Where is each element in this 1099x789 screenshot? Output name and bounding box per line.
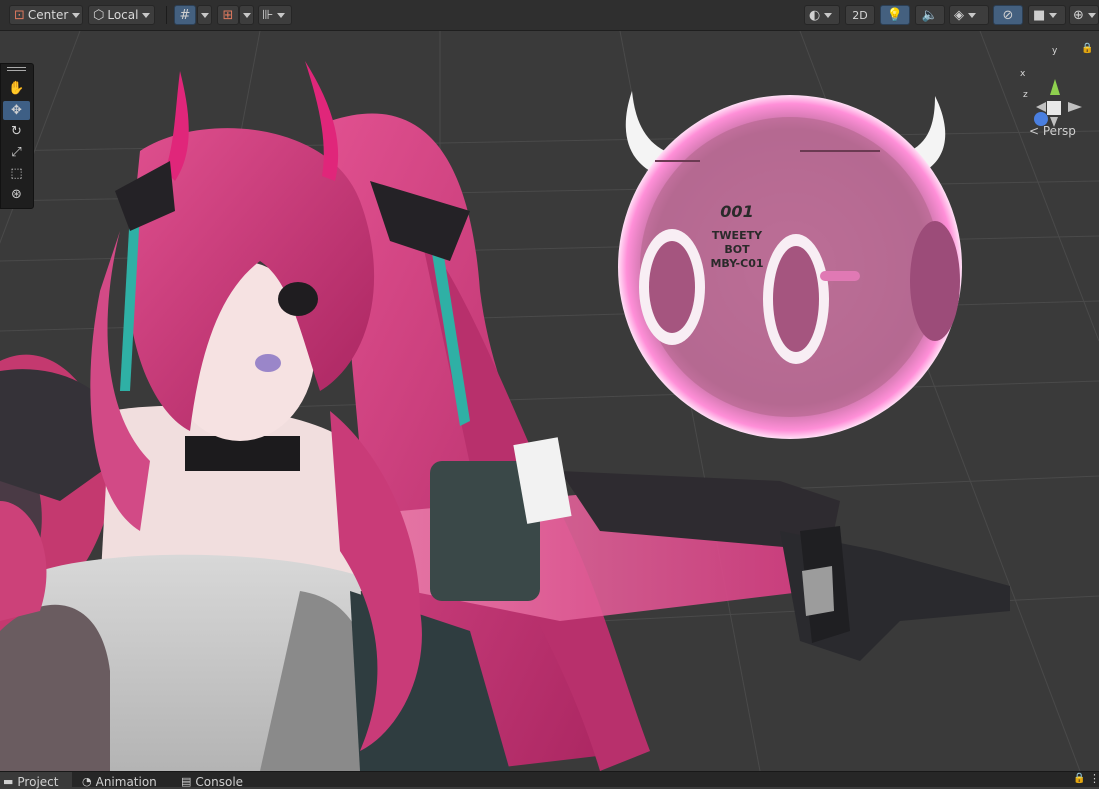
tweety-bot-model <box>618 91 962 439</box>
rect-icon: ⬚ <box>10 166 23 181</box>
gizmos-globe-icon: ⊕ <box>1073 7 1084 23</box>
move-tool[interactable]: ✥ <box>3 101 30 120</box>
more-menu-icon[interactable]: ⋮ <box>1089 772 1099 785</box>
handle-rotation-label: Local <box>107 8 139 22</box>
folder-icon: ▬ <box>3 775 14 788</box>
chevron-down-icon <box>1049 12 1058 18</box>
increment-snap-icon: ⊞ <box>222 7 234 23</box>
pivot-icon: ⊡ <box>14 7 25 23</box>
ruler-snap-toggle[interactable]: ⊪ <box>258 5 292 25</box>
axis-y-label: y <box>1052 46 1058 56</box>
shading-mode-icon: ◐ <box>809 7 821 23</box>
audio-toggle[interactable]: 🔈 <box>915 5 945 25</box>
grid-snap-toggle[interactable]: # <box>174 5 196 25</box>
orientation-gizmo[interactable] <box>1034 79 1082 127</box>
tab-console-label: Console <box>195 775 244 789</box>
effects-dropdown[interactable]: ◈ <box>949 5 989 25</box>
hidden-eye-icon: ⊘ <box>1002 7 1014 23</box>
axis-x-label: x <box>1020 69 1026 79</box>
ruler-icon: ⊪ <box>262 7 274 23</box>
transform-tool[interactable]: ⊛ <box>3 185 30 204</box>
chevron-down-icon <box>968 12 976 18</box>
panel-drag-handle[interactable] <box>7 67 26 71</box>
lightbulb-icon: 💡 <box>886 7 904 23</box>
camera-dropdown[interactable]: ■ <box>1028 5 1066 25</box>
tab-console[interactable]: ▤ Console <box>181 772 261 789</box>
lock-icon[interactable]: 🔒 <box>1073 773 1085 784</box>
grid-snap-icon: # <box>179 7 191 23</box>
scene-visibility-toggle[interactable]: ⊘ <box>993 5 1023 25</box>
tab-project-label: Project <box>17 775 59 789</box>
2d-mode-toggle[interactable]: 2D <box>845 5 875 25</box>
animation-clock-icon: ◔ <box>82 775 92 788</box>
tab-animation-label: Animation <box>95 775 157 789</box>
lighting-toggle[interactable]: 💡 <box>880 5 910 25</box>
toolbar-divider <box>166 6 167 24</box>
rotate-icon: ↻ <box>11 124 22 139</box>
increment-snap-menu[interactable] <box>239 5 254 25</box>
shading-mode-dropdown[interactable]: ◐ <box>804 5 840 25</box>
chevron-down-icon <box>242 12 251 18</box>
audio-icon: 🔈 <box>921 7 939 23</box>
bot-id-number: 001 <box>720 202 753 221</box>
console-icon: ▤ <box>181 775 192 788</box>
scale-tool[interactable]: ⤢ <box>3 143 30 162</box>
bottom-dock-tabs: ▬ Project ◔ Animation ▤ Console 🔒 ⋮ <box>0 771 1099 789</box>
bot-name-line1: TWEETY <box>712 229 763 242</box>
view-tool-hand[interactable]: ✋ <box>3 79 30 98</box>
chevron-down-icon <box>200 12 209 18</box>
scale-icon: ⤢ <box>11 145 22 160</box>
2d-mode-label: 2D <box>852 8 868 22</box>
chevron-down-icon <box>277 12 286 18</box>
bot-model-code: MBY-C01 <box>710 257 763 270</box>
lock-icon[interactable]: 🔒 <box>1081 43 1093 54</box>
local-cube-icon: ⬡ <box>93 7 105 23</box>
effects-layers-icon: ◈ <box>954 7 964 23</box>
hand-icon: ✋ <box>8 81 25 96</box>
scene-viewport[interactable]: 001 TWEETY BOT MBY-C01 ✋ ✥ ↻ ⤢ ⬚ ⊛ <box>0 31 1099 771</box>
projection-toggle[interactable]: < Persp <box>1029 124 1076 138</box>
handle-rotation-dropdown[interactable]: ⬡ Local <box>88 5 155 25</box>
scene-toolbar: ⊡ Center ⬡ Local # ⊞ ⊪ ◐ 2D 💡 🔈 ◈ ⊘ ■ ⊕ <box>0 0 1099 31</box>
pivot-mode-label: Center <box>27 8 69 22</box>
tab-project[interactable]: ▬ Project <box>0 772 72 789</box>
projection-label: Persp <box>1042 124 1076 138</box>
chevron-down-icon <box>142 12 151 18</box>
transform-icon: ⊛ <box>11 187 22 202</box>
chevron-down-icon <box>72 12 81 18</box>
camera-icon: ■ <box>1033 7 1046 23</box>
tab-animation[interactable]: ◔ Animation <box>82 772 174 789</box>
bot-name-line2: BOT <box>724 243 750 256</box>
move-arrows-icon: ✥ <box>11 103 22 118</box>
increment-snap-toggle[interactable]: ⊞ <box>217 5 239 25</box>
scene-render: 001 TWEETY BOT MBY-C01 <box>0 31 1099 771</box>
rect-tool[interactable]: ⬚ <box>3 164 30 183</box>
rotate-tool[interactable]: ↻ <box>3 122 30 141</box>
tools-overlay: ✋ ✥ ↻ ⤢ ⬚ ⊛ <box>0 63 34 209</box>
chevron-down-icon <box>1087 12 1096 18</box>
grid-snap-menu[interactable] <box>197 5 212 25</box>
gizmos-dropdown[interactable]: ⊕ <box>1069 5 1099 25</box>
axis-z-label: z <box>1023 90 1028 100</box>
chevron-down-icon <box>824 12 833 18</box>
pivot-mode-dropdown[interactable]: ⊡ Center <box>9 5 83 25</box>
